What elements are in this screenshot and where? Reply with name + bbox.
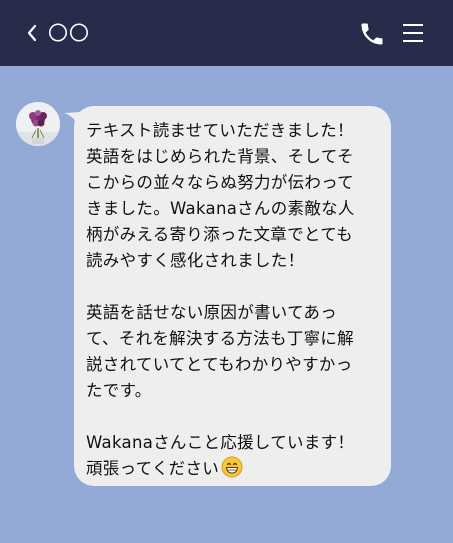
- chevron-left-icon[interactable]: [26, 23, 38, 43]
- message-paragraph-2: 英語を話せない原因が書いてあっ て、それを解決する方法も丁寧に解 説されていてと…: [86, 303, 354, 400]
- chat-title: 〇〇: [48, 21, 90, 45]
- message-bubble[interactable]: テキスト読ませていただきました！ 英語をはじめられた背景、そしてそ こからの並々…: [74, 106, 391, 486]
- chat-area: テキスト読ませていただきました！ 英語をはじめられた背景、そしてそ こからの並々…: [0, 66, 453, 543]
- chat-header: 〇〇: [0, 0, 453, 66]
- message-paragraph-3-wrap: Wakanaさんこと応援しています！ 頑張ってください: [86, 430, 381, 486]
- avatar[interactable]: [16, 102, 60, 146]
- message-paragraph-1: テキスト読ませていただきました！ 英語をはじめられた背景、そしてそ こからの並々…: [86, 121, 355, 270]
- hamburger-menu-icon[interactable]: [402, 22, 424, 48]
- phone-icon[interactable]: [358, 20, 386, 52]
- grinning-face-icon: [221, 456, 243, 486]
- back-button[interactable]: 〇〇: [26, 18, 90, 48]
